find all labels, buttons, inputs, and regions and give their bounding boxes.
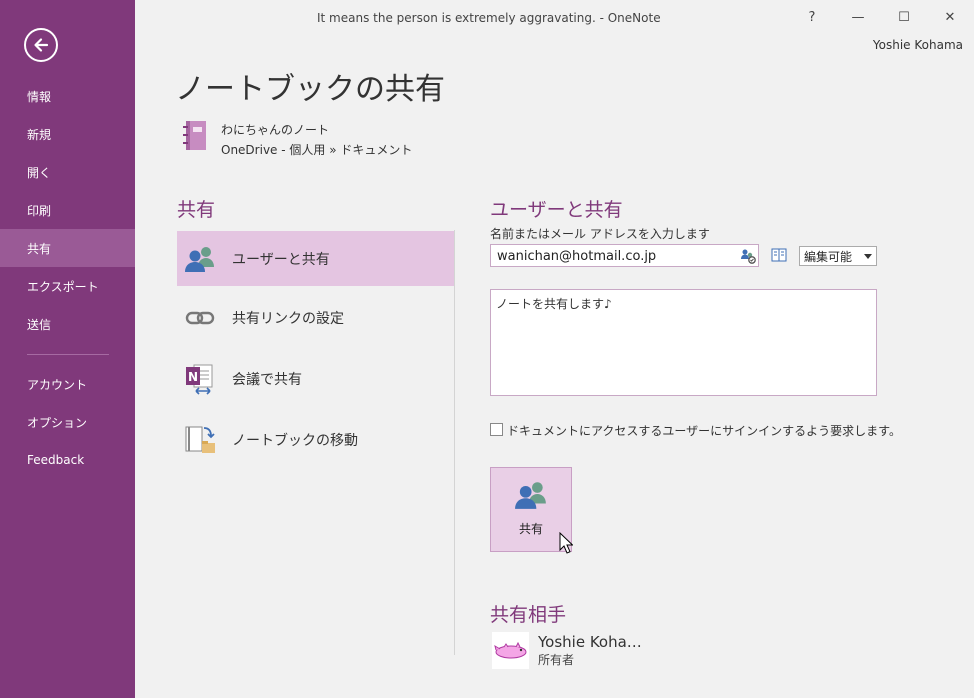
shared-person-name: Yoshie Koha… xyxy=(538,633,642,651)
sidebar-item-print[interactable]: 印刷 xyxy=(0,191,135,229)
sidebar-item-export[interactable]: エクスポート xyxy=(0,267,135,305)
check-names-icon[interactable] xyxy=(740,248,756,264)
share-with-users-heading: ユーザーと共有 xyxy=(490,199,623,221)
page-title: ノートブックの共有 xyxy=(175,72,445,107)
permission-dropdown[interactable]: 編集可能 xyxy=(799,246,877,266)
sidebar-item-info[interactable]: 情報 xyxy=(0,77,135,115)
notebook-path: OneDrive - 個人用 » ドキュメント xyxy=(221,143,413,157)
move-notebook-icon xyxy=(183,423,217,457)
sidebar-item-new[interactable]: 新規 xyxy=(0,115,135,153)
svg-text:N: N xyxy=(188,370,198,384)
onenote-meeting-icon: N xyxy=(183,362,217,396)
share-option-move[interactable]: ノートブックの移動 xyxy=(177,412,454,467)
notebook-name: わにちゃんのノート xyxy=(221,123,330,137)
recipient-field-label: 名前またはメール アドレスを入力します xyxy=(490,227,710,241)
sidebar-divider xyxy=(27,354,109,355)
require-signin-checkbox[interactable] xyxy=(490,423,503,436)
share-option-meeting[interactable]: N 会議で共有 xyxy=(177,351,454,406)
maximize-button[interactable]: ☐ xyxy=(889,6,919,28)
chevron-down-icon xyxy=(864,254,872,259)
back-button[interactable] xyxy=(24,28,58,62)
sidebar-item-share[interactable]: 共有 xyxy=(0,229,135,267)
shared-person-role: 所有者 xyxy=(538,653,575,667)
address-book-icon[interactable] xyxy=(771,248,787,262)
share-heading: 共有 xyxy=(177,199,216,221)
pink-alligator-avatar-icon xyxy=(493,641,526,658)
share-button-label: 共有 xyxy=(518,522,543,536)
minimize-button[interactable]: — xyxy=(843,6,873,28)
share-option-users-label: ユーザーと共有 xyxy=(232,251,330,268)
people-icon xyxy=(515,482,546,509)
main-pane: It means the person is extremely aggrava… xyxy=(135,0,974,698)
permission-value: 編集可能 xyxy=(804,249,853,264)
require-signin-label[interactable]: ドキュメントにアクセスするユーザーにサインインするよう要求します。 xyxy=(507,422,901,439)
help-button[interactable]: ? xyxy=(797,6,827,28)
share-option-move-label: ノートブックの移動 xyxy=(232,432,358,449)
close-button[interactable]: ✕ xyxy=(935,6,965,28)
sidebar-item-account[interactable]: アカウント xyxy=(0,365,135,403)
shared-with-heading: 共有相手 xyxy=(490,604,567,626)
signed-in-user[interactable]: Yoshie Kohama xyxy=(873,38,963,52)
sidebar-item-open[interactable]: 開く xyxy=(0,153,135,191)
share-option-link-label: 共有リンクの設定 xyxy=(232,310,344,327)
avatar xyxy=(492,632,529,669)
window-title: It means the person is extremely aggrava… xyxy=(317,11,661,25)
sidebar-item-options[interactable]: オプション xyxy=(0,403,135,441)
link-icon xyxy=(183,301,217,335)
sidebar-item-send[interactable]: 送信 xyxy=(0,305,135,343)
mouse-pointer-icon xyxy=(559,532,573,554)
share-option-meeting-label: 会議で共有 xyxy=(232,371,302,388)
message-textarea[interactable]: ノートを共有します♪ xyxy=(490,289,877,396)
notebook-icon xyxy=(183,121,206,150)
arrow-left-icon xyxy=(34,38,49,52)
recipient-email-input[interactable] xyxy=(490,244,759,267)
share-option-link[interactable]: 共有リンクの設定 xyxy=(177,290,454,345)
backstage-sidebar: 情報 新規 開く 印刷 共有 エクスポート 送信 アカウント オプション Fee… xyxy=(0,0,135,698)
panel-divider xyxy=(454,230,455,655)
people-icon xyxy=(183,242,217,276)
share-option-users[interactable]: ユーザーと共有 xyxy=(177,231,454,286)
sidebar-item-feedback[interactable]: Feedback xyxy=(0,441,135,479)
